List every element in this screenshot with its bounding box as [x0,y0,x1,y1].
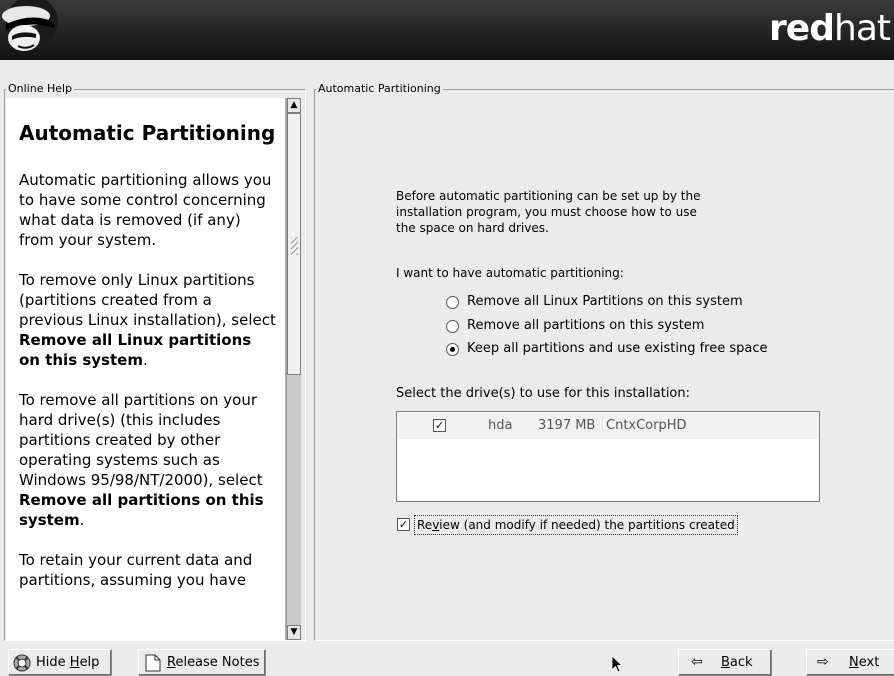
next-button[interactable]: ⇨ Next [806,649,894,676]
help-paragraph-1: Automatic partitioning allows you to hav… [19,171,272,249]
arrow-left-icon: ⇦ [691,654,703,670]
online-help-label: Online Help [6,82,75,95]
help-paragraph-4: To retain your current data and partitio… [19,551,253,589]
document-icon [145,654,161,672]
intro-text: Before automatic partitioning can be set… [396,189,701,235]
lifebuoy-icon [13,654,31,672]
drive-model: CntxCorpHD [606,418,687,433]
shadowman-logo-icon [2,0,58,51]
help-title: Automatic Partitioning [19,121,276,145]
radio-keep-all-partitions[interactable]: Keep all partitions and use existing fre… [446,340,767,358]
release-notes-button[interactable]: Release Notes [138,649,266,676]
radio-button-selected[interactable] [446,342,459,356]
help-scrollbar[interactable]: ▲ ▼ [286,98,301,640]
hide-help-button[interactable]: Hide Help [8,649,112,676]
scrollbar-thumb[interactable] [287,113,301,375]
help-paragraph-2: To remove only Linux partitions (partiti… [19,271,276,369]
grip-icon [291,237,298,255]
radio-button[interactable] [446,319,459,333]
header-banner: redhat [0,0,894,60]
radio-button[interactable] [446,295,459,309]
automatic-partitioning-frame [314,89,894,641]
radio-remove-all-partitions[interactable]: Remove all partitions on this system [446,317,704,335]
back-button[interactable]: ⇦ Back [678,649,772,676]
redhat-logo-text: redhat [769,8,891,49]
radio-remove-linux-partitions[interactable]: Remove all Linux Partitions on this syst… [446,293,743,311]
drive-size: 3197 MB [538,418,596,433]
drive-checkbox[interactable]: ✓ [433,419,446,432]
help-text-area: Automatic Partitioning Automatic partiti… [6,98,286,640]
mouse-pointer-icon [611,655,623,673]
arrow-right-icon: ⇨ [817,654,829,670]
drive-row-hda[interactable]: ✓ hda 3197 MB CntxCorpHD [398,413,818,439]
review-label: Review (and modify if needed) the partit… [414,515,738,535]
help-paragraph-3: To remove all partitions on your hard dr… [19,391,264,529]
review-checkbox[interactable]: ✓ [397,518,410,531]
want-label: I want to have automatic partitioning: [396,266,624,280]
drive-name: hda [488,418,513,433]
automatic-partitioning-label: Automatic Partitioning [316,82,443,95]
scroll-up-arrow-icon[interactable]: ▲ [287,98,301,113]
select-drives-label: Select the drive(s) to use for this inst… [396,386,690,401]
scroll-down-arrow-icon[interactable]: ▼ [287,625,301,640]
drive-list[interactable]: ✓ hda 3197 MB CntxCorpHD [396,411,820,502]
